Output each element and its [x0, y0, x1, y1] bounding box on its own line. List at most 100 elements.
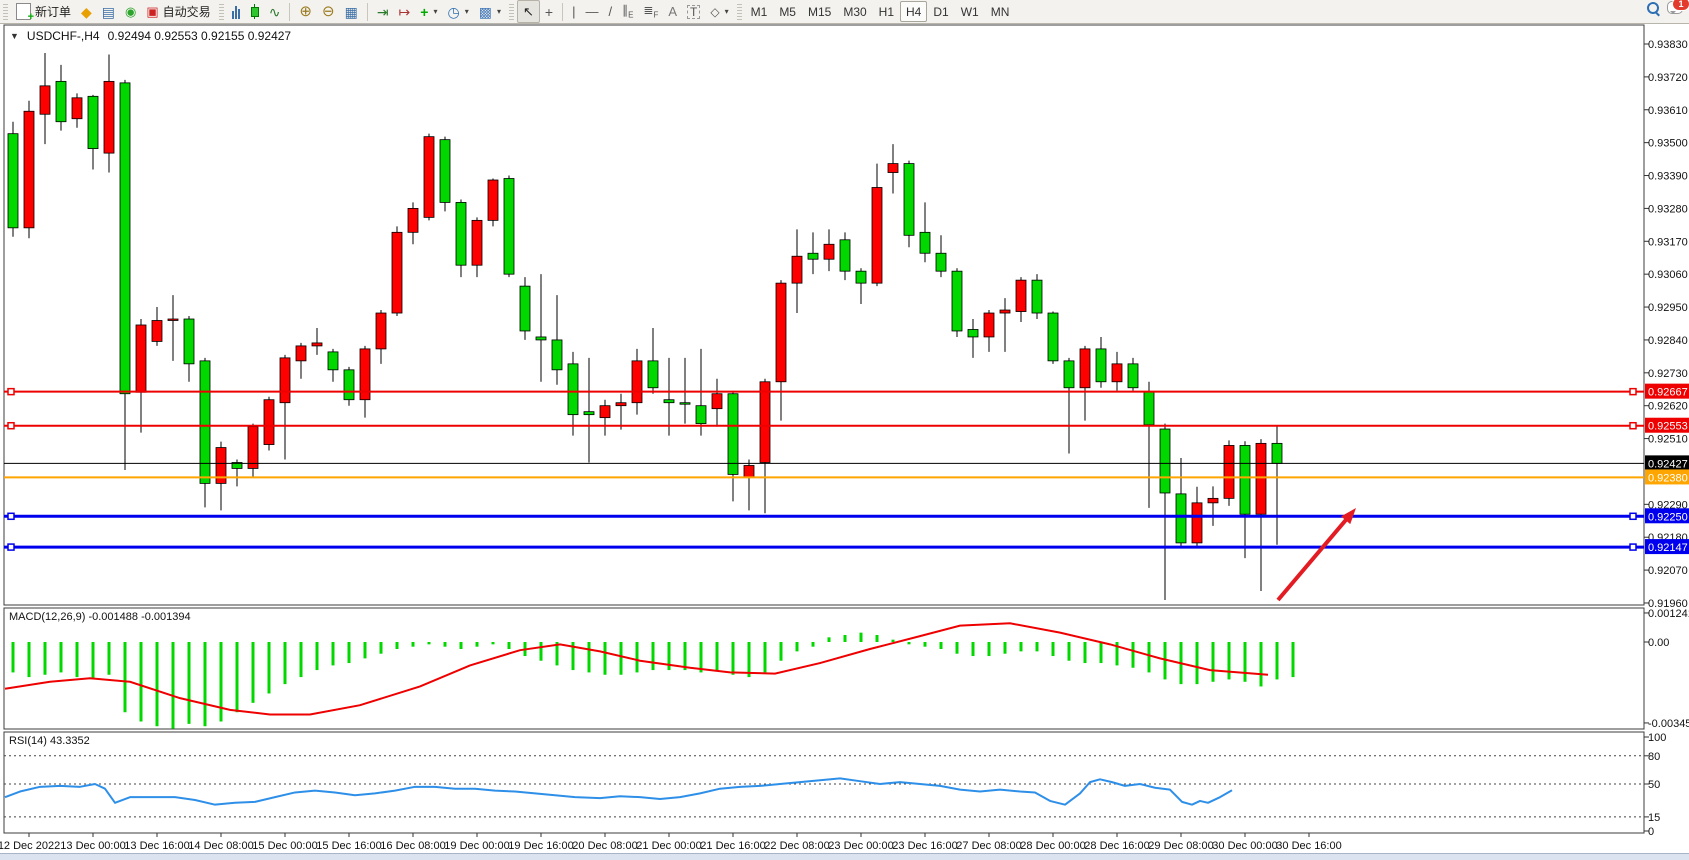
rsi-axis-label: 50: [1648, 779, 1660, 791]
annotation-arrow-shaft[interactable]: [1278, 517, 1348, 600]
candle-bear: [568, 364, 578, 415]
zoom-out-button[interactable]: ⊖: [317, 1, 340, 22]
channel-icon: ∥E: [622, 4, 633, 19]
candle-bear: [184, 319, 194, 364]
profiles-button[interactable]: ▤: [97, 1, 120, 22]
candle-bear: [552, 340, 562, 370]
candle-bear: [1272, 443, 1282, 463]
horizontal-line-icon: —: [585, 5, 598, 18]
auto-scroll-button[interactable]: ↦: [394, 1, 416, 22]
chart-window: 0.938300.937200.936100.935000.933900.932…: [0, 24, 1689, 855]
tile-windows-button[interactable]: ▦: [340, 1, 363, 22]
price-axis-label: 0.93170: [1648, 236, 1688, 248]
shapes-tool-button[interactable]: ◇ ▾: [705, 1, 733, 22]
tab-w1[interactable]: W1: [955, 1, 985, 22]
tab-h4[interactable]: H4: [900, 1, 927, 22]
price-axis-label: 0.93610: [1648, 105, 1688, 117]
main-toolbar: + 新订单 ◆ ▤ ◉ ▣ 自动交易 ∿ ⊕ ⊖: [0, 0, 1689, 24]
candle-bear: [664, 400, 674, 403]
date-axis-label: 29 Dec 08:00: [1148, 840, 1213, 852]
vertical-line-tool-button[interactable]: |: [567, 1, 580, 22]
candle-bull: [600, 406, 610, 418]
one-click-dropdown-icon[interactable]: ▼: [10, 31, 19, 41]
candle-bull: [24, 111, 34, 228]
candle-bull: [872, 187, 882, 283]
chevron-down-icon: ▾: [465, 7, 469, 16]
candlestick-button[interactable]: [245, 1, 264, 22]
candle-bull: [744, 465, 754, 477]
line-handle[interactable]: [1630, 423, 1636, 429]
chevron-down-icon: ▾: [433, 7, 437, 16]
candle-bear: [456, 202, 466, 265]
toolbar-grip: [219, 4, 224, 20]
bar-chart-button[interactable]: [227, 1, 245, 22]
tab-m30[interactable]: M30: [837, 1, 872, 22]
candle-bull: [312, 343, 322, 346]
line-handle[interactable]: [8, 389, 14, 395]
candle-bear: [904, 164, 914, 236]
tab-d1[interactable]: D1: [927, 1, 954, 22]
tab-m5[interactable]: M5: [773, 1, 802, 22]
templates-button[interactable]: ▩ ▾: [474, 1, 506, 22]
text-label-tool-button[interactable]: T: [682, 1, 705, 22]
candle-bear: [584, 412, 594, 415]
line-handle[interactable]: [8, 544, 14, 550]
candle-bull: [1192, 503, 1202, 543]
text-icon: A: [668, 5, 677, 18]
autotrading-button[interactable]: ▣ 自动交易: [141, 1, 215, 22]
date-axis-label: 27 Dec 08:00: [956, 840, 1021, 852]
fibonacci-tool-button[interactable]: ≣F: [638, 1, 663, 22]
line-handle[interactable]: [1630, 513, 1636, 519]
indicators-button[interactable]: + ▾: [415, 1, 442, 22]
chart-shift-button[interactable]: ⇥: [372, 1, 394, 22]
line-handle[interactable]: [8, 423, 14, 429]
candle-bear: [328, 352, 338, 370]
symbol-period-label: USDCHF-,H4: [27, 29, 100, 43]
candle-bear: [840, 240, 850, 271]
trendline-tool-button[interactable]: /: [603, 1, 617, 22]
new-order-label: 新订单: [35, 3, 71, 20]
horizontal-line-tool-button[interactable]: —: [580, 1, 603, 22]
candle-bear: [56, 81, 66, 121]
chevron-down-icon: ▾: [725, 7, 729, 16]
tab-h1[interactable]: H1: [873, 1, 900, 22]
search-icon: [1647, 2, 1659, 14]
price-axis-label: 0.92840: [1648, 335, 1688, 347]
candle-bull: [296, 346, 306, 361]
date-axis-label: 22 Dec 08:00: [764, 840, 829, 852]
price-tag-label: 0.92667: [1648, 387, 1688, 399]
bar-chart-icon: [232, 5, 240, 19]
channel-tool-button[interactable]: ∥E: [617, 1, 638, 22]
candle-bear: [440, 140, 450, 203]
zoom-in-button[interactable]: ⊕: [294, 1, 317, 22]
candle-bear: [648, 361, 658, 388]
chevron-down-icon: ▾: [497, 7, 501, 16]
line-handle[interactable]: [1630, 544, 1636, 550]
new-order-button[interactable]: + 新订单: [11, 1, 76, 22]
price-tag-label: 0.92427: [1648, 458, 1688, 470]
candle-bear: [856, 271, 866, 283]
tab-mn[interactable]: MN: [985, 1, 1016, 22]
crosshair-tool-button[interactable]: +: [540, 1, 558, 22]
line-handle[interactable]: [8, 513, 14, 519]
cursor-tool-button[interactable]: ↖: [517, 0, 540, 23]
cursor-icon: ↖: [523, 5, 534, 18]
search-button[interactable]: [1647, 2, 1659, 14]
date-axis-label: 16 Dec 08:00: [380, 840, 445, 852]
chart-canvas[interactable]: 0.938300.937200.936100.935000.933900.932…: [0, 24, 1689, 855]
tab-m1[interactable]: M1: [745, 1, 774, 22]
candle-bear: [920, 232, 930, 253]
candle-bear: [680, 403, 690, 405]
periods-button[interactable]: ◷ ▾: [442, 1, 473, 22]
chart-wizard-button[interactable]: ◆: [76, 1, 97, 22]
signals-button[interactable]: ◉: [120, 1, 141, 22]
line-chart-button[interactable]: ∿: [264, 1, 286, 22]
line-handle[interactable]: [1630, 389, 1636, 395]
price-tag-label: 0.92147: [1648, 542, 1688, 554]
text-tool-button[interactable]: A: [663, 1, 682, 22]
macd-axis-label: -0.003459: [1648, 718, 1689, 730]
date-axis-label: 23 Dec 00:00: [828, 840, 893, 852]
notifications-button[interactable]: 1: [1667, 1, 1683, 14]
tab-m15[interactable]: M15: [802, 1, 837, 22]
candle-bear: [968, 329, 978, 336]
